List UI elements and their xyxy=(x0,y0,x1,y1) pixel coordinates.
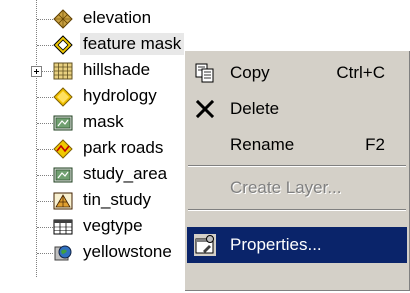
tree-item-label: vegtype xyxy=(83,216,143,235)
tree-item-label: yellowstone xyxy=(83,242,172,261)
copy-icon xyxy=(195,63,214,83)
menu-item-label: Create Layer... xyxy=(230,178,342,197)
menu-item-copy[interactable]: Copy Ctrl+C xyxy=(187,55,407,91)
menu-item-label: Delete xyxy=(230,99,280,118)
properties-icon xyxy=(194,234,216,256)
delete-icon xyxy=(195,99,215,119)
context-menu: Copy Ctrl+C Delete Rename F2 Create Laye… xyxy=(184,50,410,291)
tree-item-label: study_area xyxy=(83,164,168,183)
menu-separator xyxy=(188,165,406,167)
menu-item-shortcut: F2 xyxy=(365,135,385,154)
line-layer-icon xyxy=(53,139,73,159)
point-layer-icon xyxy=(53,87,73,107)
menu-item-shortcut: Ctrl+C xyxy=(336,63,385,82)
tree-item-label: mask xyxy=(83,112,124,131)
menu-item-label: Rename xyxy=(230,135,295,154)
tin-layer-icon xyxy=(53,192,73,210)
tree-item-label: hillshade xyxy=(83,60,151,79)
menu-item-properties[interactable]: Properties... xyxy=(187,227,407,263)
tree-item-label: feature mask xyxy=(80,33,185,55)
tree-item-label: tin_study xyxy=(83,190,152,209)
polygon-layer-icon xyxy=(53,35,73,55)
menu-item-rename[interactable]: Rename F2 xyxy=(187,127,407,163)
tree-item-label: elevation xyxy=(83,8,152,27)
tree-item-elevation[interactable]: elevation xyxy=(0,6,260,32)
raster-layer-icon xyxy=(53,9,73,29)
grid-layer-icon xyxy=(53,62,73,80)
image-layer-icon xyxy=(53,115,73,131)
tree-item-label: park roads xyxy=(83,138,164,157)
menu-item-delete[interactable]: Delete xyxy=(187,91,407,127)
menu-item-create-layer: Create Layer... xyxy=(187,170,407,206)
menu-separator xyxy=(188,209,406,211)
table-icon xyxy=(53,219,73,235)
menu-item-label: Copy xyxy=(230,63,270,82)
menu-item-label: Properties... xyxy=(230,235,322,254)
tree-item-label: hydrology xyxy=(83,86,157,105)
image-layer-icon xyxy=(53,167,73,183)
coverage-icon xyxy=(54,245,72,261)
